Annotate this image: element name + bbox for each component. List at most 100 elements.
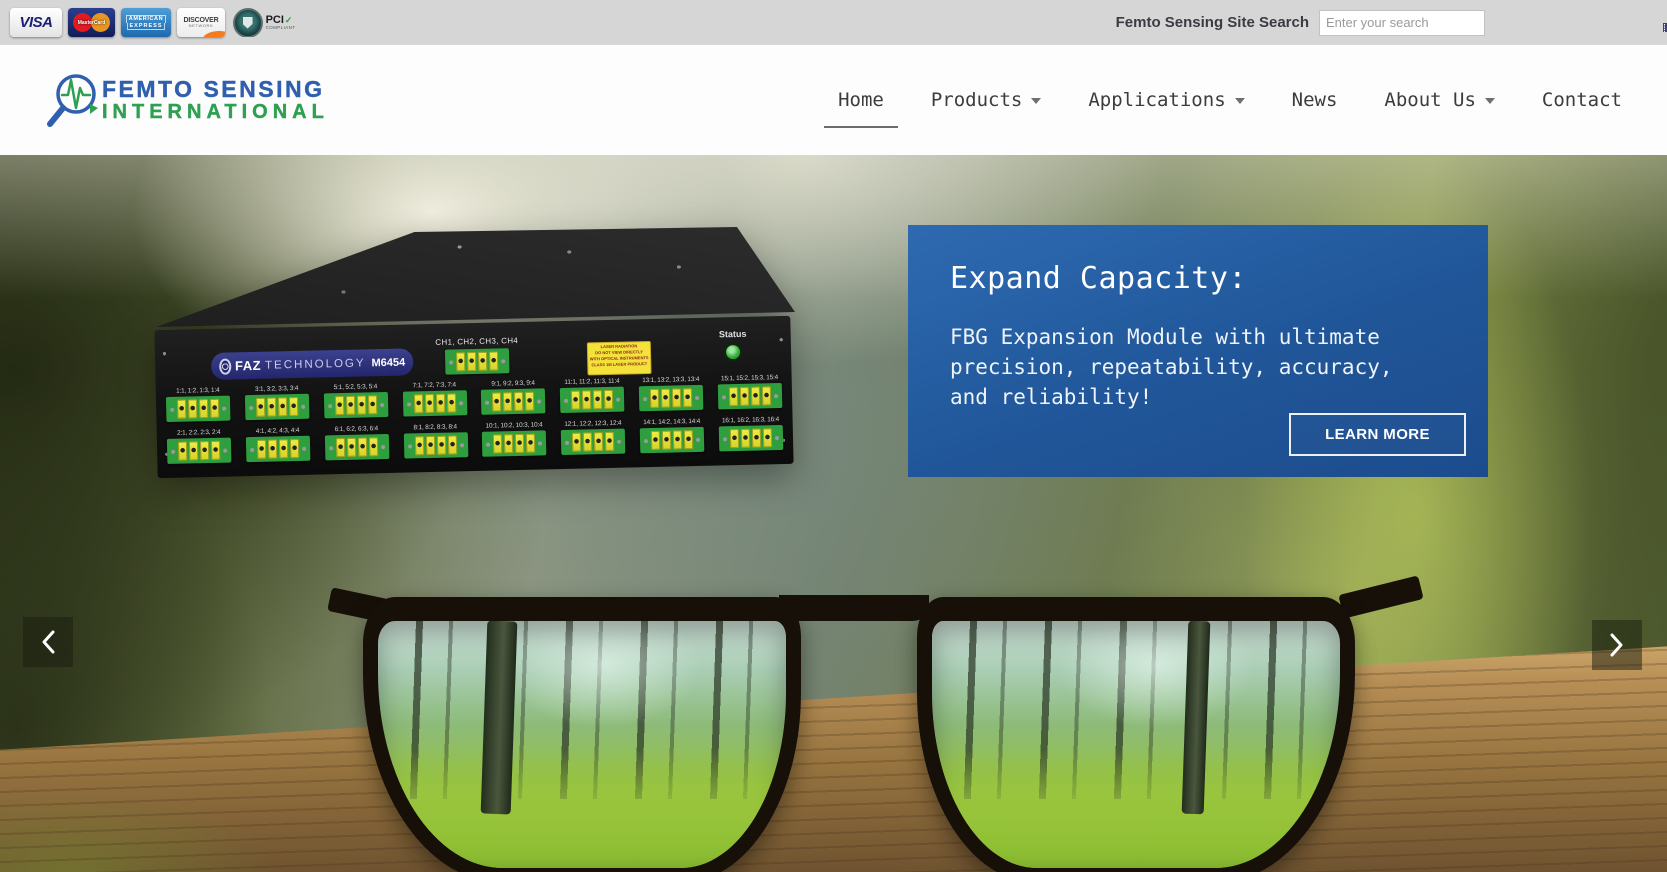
warning-line: CLASS 1M LASER PRODUCT bbox=[588, 361, 650, 368]
connector-label: 8:1, 8:2, 8:3, 8:4 bbox=[413, 423, 457, 431]
fiber-connector-block bbox=[403, 432, 468, 458]
chevron-down-icon bbox=[1485, 98, 1495, 104]
amex-label-line2: EXPRESS bbox=[127, 23, 166, 30]
fiber-connector-block bbox=[402, 390, 467, 416]
nav-label: Contact bbox=[1542, 89, 1622, 111]
main-header: FEMTO SENSING INTERNATIONAL Home Product… bbox=[0, 45, 1667, 155]
nav-item-home[interactable]: Home bbox=[838, 89, 884, 111]
fiber-connector-block bbox=[639, 385, 704, 411]
fiber-connector-block bbox=[718, 383, 783, 409]
chevron-down-icon bbox=[1235, 98, 1245, 104]
fiber-connector-group: 15:1, 15:2, 15:3, 15:4 bbox=[717, 374, 782, 409]
product-image-m6454: FAZ TECHNOLOGY M6454 CH1, CH2, CH3, CH4 … bbox=[150, 227, 795, 477]
chevron-down-icon bbox=[1031, 98, 1041, 104]
logo-line2: INTERNATIONAL bbox=[102, 102, 329, 122]
fiber-connector-block bbox=[445, 348, 510, 374]
device-front-panel: FAZ TECHNOLOGY M6454 CH1, CH2, CH3, CH4 … bbox=[154, 316, 793, 478]
connector-label: 14:1, 14:2, 14:3, 14:4 bbox=[643, 418, 700, 426]
fiber-connector-group: 1:1, 1:2, 1:3, 1:4 bbox=[166, 387, 231, 422]
nav-label: Products bbox=[931, 89, 1023, 111]
visa-label: VISA bbox=[19, 14, 52, 31]
amex-label-line1: AMERICAN bbox=[126, 15, 166, 22]
fiber-connector-group: 16:1, 16:2, 16:3, 16:4 bbox=[718, 416, 783, 451]
discover-sublabel: NETWORK bbox=[189, 24, 214, 28]
connector-row-1: 1:1, 1:2, 1:3, 1:4 3:1, 3:2, 3:3, 3:4 5:1,… bbox=[166, 374, 783, 422]
nav-item-applications[interactable]: Applications bbox=[1088, 89, 1244, 111]
connector-row-2: 2:1, 2:2, 2:3, 2:44:1, 4:2, 4:3, 4:46:1,… bbox=[167, 416, 784, 464]
femto-sensing-homepage: VISA MasterCard AMERICAN EXPRESS DISCOVE… bbox=[0, 0, 1667, 872]
connector-label: 13:1, 13:2, 13:3, 13:4 bbox=[642, 376, 699, 384]
nav-item-contact[interactable]: Contact bbox=[1542, 89, 1622, 111]
fiber-connector-block bbox=[640, 427, 705, 453]
check-icon: ✓ bbox=[285, 16, 293, 25]
fiber-connector-group: 8:1, 8:2, 8:3, 8:4 bbox=[403, 423, 468, 458]
mastercard-label: MasterCard bbox=[78, 20, 106, 26]
promo-panel: Expand Capacity: FBG Expansion Module wi… bbox=[908, 225, 1488, 477]
pci-compliant-badge: PCI ✓ COMPLIANT bbox=[231, 8, 297, 37]
fiber-connector-group: 2:1, 2:2, 2:3, 2:4 bbox=[167, 429, 232, 464]
nav-label: Applications bbox=[1088, 89, 1225, 111]
fiber-connector-block bbox=[166, 396, 231, 422]
glasses-bridge bbox=[779, 595, 929, 621]
chevron-left-icon bbox=[40, 630, 56, 654]
tree-trunk bbox=[1182, 621, 1211, 814]
logo[interactable]: FEMTO SENSING INTERNATIONAL bbox=[38, 64, 329, 136]
magnifier-waveform-icon bbox=[38, 64, 108, 136]
fiber-connector-group: 9:1, 9:2, 9:3, 9:4 bbox=[481, 379, 546, 414]
nav-item-about-us[interactable]: About Us bbox=[1384, 89, 1495, 111]
fiber-connector-group: 13:1, 13:2, 13:3, 13:4 bbox=[639, 376, 704, 411]
nav-label: News bbox=[1292, 89, 1338, 111]
glasses-lens-right bbox=[917, 597, 1355, 872]
channels-label: CH1, CH2, CH3, CH4 bbox=[435, 336, 518, 347]
brand-rest: TECHNOLOGY bbox=[265, 357, 366, 371]
channel-connector-group: CH1, CH2, CH3, CH4 bbox=[407, 335, 548, 375]
connector-label: 3:1, 3:2, 3:3, 3:4 bbox=[255, 385, 299, 393]
pci-shield-icon bbox=[233, 8, 263, 37]
connector-label: 7:1, 7:2, 7:3, 7:4 bbox=[412, 381, 456, 389]
connector-label: 10:1, 10:2, 10:3, 10:4 bbox=[485, 421, 542, 429]
connector-label: 15:1, 15:2, 15:3, 15:4 bbox=[721, 374, 778, 382]
nav-item-products[interactable]: Products bbox=[931, 89, 1042, 111]
fiber-connector-group: 10:1, 10:2, 10:3, 10:4 bbox=[482, 421, 547, 456]
fiber-connector-block bbox=[167, 438, 232, 464]
connector-label: 2:1, 2:2, 2:3, 2:4 bbox=[177, 429, 221, 437]
carousel-prev-button[interactable] bbox=[23, 617, 73, 667]
nav-label: About Us bbox=[1384, 89, 1476, 111]
fiber-connector-block bbox=[719, 425, 784, 451]
connector-label: 9:1, 9:2, 9:3, 9:4 bbox=[491, 380, 535, 388]
fiber-connector-group: 12:1, 12:2, 12:3, 12:4 bbox=[561, 420, 626, 455]
top-utility-bar: VISA MasterCard AMERICAN EXPRESS DISCOVE… bbox=[0, 0, 1667, 45]
status-label: Status bbox=[719, 329, 747, 340]
logo-line1: FEMTO SENSING bbox=[102, 78, 329, 101]
carousel-next-button[interactable] bbox=[1592, 620, 1642, 670]
nav-item-news[interactable]: News bbox=[1292, 89, 1338, 111]
visa-card-icon: VISA bbox=[10, 8, 62, 37]
promo-body: FBG Expansion Module with ultimate preci… bbox=[950, 322, 1410, 412]
amex-card-icon: AMERICAN EXPRESS bbox=[121, 8, 171, 37]
search-input[interactable] bbox=[1319, 10, 1485, 36]
site-search-area: Femto Sensing Site Search bbox=[1116, 10, 1667, 36]
tree-trunk bbox=[481, 621, 518, 815]
status-led-icon bbox=[724, 343, 742, 361]
fiber-connector-group: 4:1, 4:2, 4:3, 4:4 bbox=[245, 427, 310, 462]
hero-slider: FAZ TECHNOLOGY M6454 CH1, CH2, CH3, CH4 … bbox=[0, 155, 1667, 872]
connector-label: 1:1, 1:2, 1:3, 1:4 bbox=[176, 387, 220, 395]
learn-more-button[interactable]: LEARN MORE bbox=[1289, 413, 1466, 456]
fiber-connector-block bbox=[245, 394, 310, 420]
fiber-connector-group: 7:1, 7:2, 7:3, 7:4 bbox=[402, 381, 467, 416]
faz-technology-badge: FAZ TECHNOLOGY M6454 bbox=[211, 348, 414, 380]
search-label: Femto Sensing Site Search bbox=[1116, 14, 1309, 31]
fiber-connector-group: 5:1, 5:2, 5:3, 5:4 bbox=[323, 383, 388, 418]
mastercard-icon: MasterCard bbox=[68, 8, 115, 37]
connector-label: 11:1, 11:2, 11:3, 11:4 bbox=[564, 378, 619, 386]
faz-logo-icon bbox=[219, 358, 231, 374]
payment-icons: VISA MasterCard AMERICAN EXPRESS DISCOVE… bbox=[10, 8, 297, 37]
nav-label: Home bbox=[838, 89, 884, 111]
fiber-connector-block bbox=[325, 434, 390, 460]
promo-heading: Expand Capacity: bbox=[950, 261, 1446, 296]
fiber-connector-group: 14:1, 14:2, 14:3, 14:4 bbox=[640, 418, 705, 453]
fiber-connector-block bbox=[482, 430, 547, 456]
brand-bold: FAZ bbox=[235, 358, 261, 374]
status-indicator: Status bbox=[703, 328, 764, 361]
fiber-connector-block bbox=[246, 436, 311, 462]
